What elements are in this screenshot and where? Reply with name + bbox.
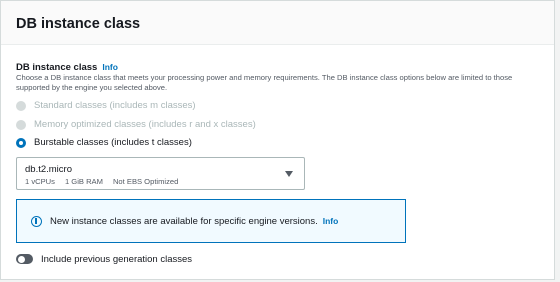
info-circle-icon (31, 215, 42, 227)
radio-memory-optimized-classes: Memory optimized classes (includes r and… (16, 118, 256, 132)
field-label-text: DB instance class (16, 62, 98, 73)
alert-info-link[interactable]: Info (323, 216, 339, 226)
toggle-knob (17, 255, 25, 263)
radio-label: Memory optimized classes (includes r and… (34, 119, 256, 130)
radio-burstable-classes[interactable]: Burstable classes (includes t classes) (16, 136, 192, 150)
instance-class-select[interactable]: db.t2.micro 1 vCPUs 1 GiB RAM Not EBS Opti… (16, 157, 305, 190)
panel-header: DB instance class (1, 1, 554, 45)
select-instance-specs: 1 vCPUs 1 GiB RAM Not EBS Optimized (25, 177, 188, 186)
spec-ram: 1 GiB RAM (64, 177, 103, 186)
radio-label[interactable]: Burstable classes (includes t classes) (34, 136, 192, 150)
db-instance-class-panel: DB instance class DB instance class Info … (0, 0, 555, 280)
field-info-link[interactable]: Info (102, 62, 118, 72)
select-value: db.t2.micro (25, 164, 72, 175)
radio-button-disabled-icon (16, 101, 26, 111)
radio-label: Standard classes (includes m classes) (34, 100, 196, 111)
alert-text: New instance classes are available for s… (50, 215, 338, 228)
panel-title: DB instance class (16, 16, 141, 32)
previous-generation-toggle-row[interactable]: Include previous generation classes (16, 252, 192, 266)
toggle-switch[interactable] (16, 254, 33, 264)
radio-standard-classes: Standard classes (includes m classes) (16, 99, 196, 113)
spec-vcpus: 1 vCPUs (25, 177, 55, 186)
radio-button-disabled-icon (16, 120, 26, 130)
caret-down-icon[interactable] (285, 171, 293, 177)
alert-message: New instance classes are available for s… (50, 215, 318, 227)
field-description: Choose a DB instance class that meets yo… (16, 73, 513, 92)
toggle-label[interactable]: Include previous generation classes (41, 254, 192, 265)
info-alert: New instance classes are available for s… (16, 199, 406, 243)
radio-button-selected-icon[interactable] (16, 138, 26, 148)
spec-ebs: Not EBS Optimized (112, 177, 179, 186)
